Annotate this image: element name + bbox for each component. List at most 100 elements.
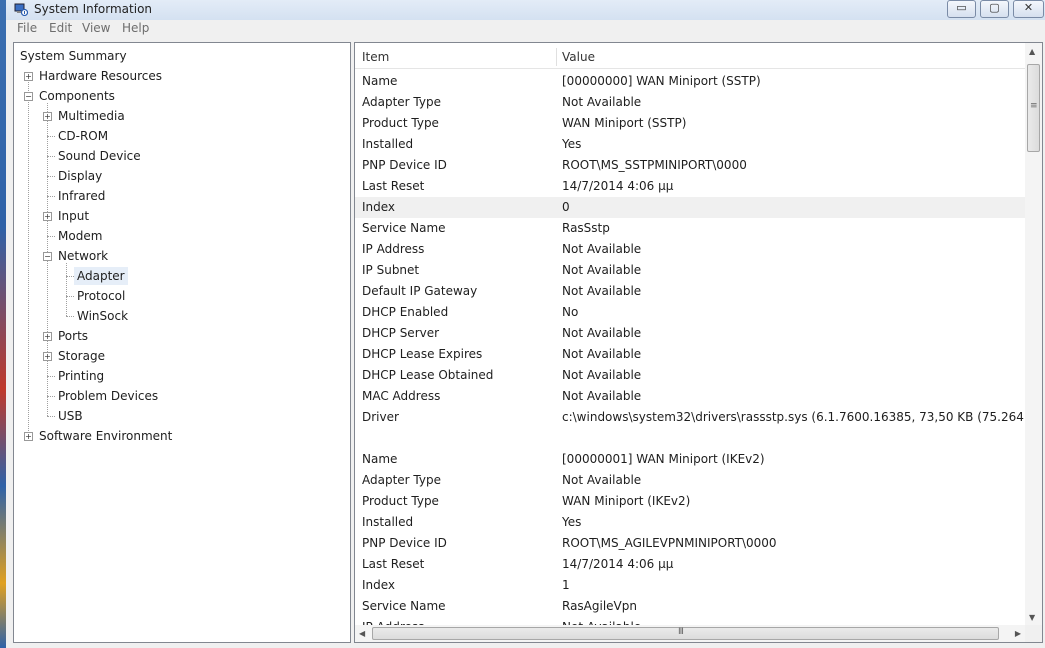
table-row[interactable]: IP Subnet Not Available	[355, 260, 1025, 281]
tree-item-sound-device[interactable]: Sound Device	[58, 147, 141, 165]
tree-item-ports[interactable]: Ports	[58, 327, 88, 345]
tree-line	[47, 376, 55, 377]
tree-item-usb[interactable]: USB	[58, 407, 83, 425]
value-cell: WAN Miniport (SSTP)	[562, 116, 687, 130]
expand-icon[interactable]: +	[43, 332, 52, 341]
minimize-button[interactable]: ▭	[947, 0, 976, 18]
table-row[interactable]: Installed Yes	[355, 134, 1025, 155]
table-row[interactable]: Index 0	[355, 197, 1025, 218]
table-row[interactable]: PNP Device ID ROOT\MS_SSTPMINIPORT\0000	[355, 155, 1025, 176]
scroll-up-icon[interactable]: ▲	[1029, 47, 1035, 56]
value-cell: 14/7/2014 4:06 μμ	[562, 179, 674, 193]
value-cell: Not Available	[562, 347, 642, 361]
table-row[interactable]: DHCP Lease Expires Not Available	[355, 344, 1025, 365]
expand-icon[interactable]: +	[43, 352, 52, 361]
column-header-item[interactable]: Item	[362, 46, 389, 68]
title-bar: System Information ▭ ▢ ✕	[6, 0, 1045, 20]
tree-item-modem[interactable]: Modem	[58, 227, 102, 245]
maximize-icon: ▢	[989, 1, 1000, 14]
value-cell: ROOT\MS_SSTPMINIPORT\0000	[562, 158, 747, 172]
table-row[interactable]: Name [00000000] WAN Miniport (SSTP)	[355, 71, 1025, 92]
column-header: Item Value	[355, 46, 1025, 69]
table-row[interactable]: Service Name RasSstp	[355, 218, 1025, 239]
table-row[interactable]: Installed Yes	[355, 512, 1025, 533]
table-row[interactable]: DHCP Enabled No	[355, 302, 1025, 323]
tree-item-infrared[interactable]: Infrared	[58, 187, 105, 205]
tree-item-cd-rom[interactable]: CD-ROM	[58, 127, 108, 145]
table-row[interactable]: Product Type WAN Miniport (SSTP)	[355, 113, 1025, 134]
tree-item-multimedia[interactable]: Multimedia	[58, 107, 125, 125]
table-row[interactable]: Adapter Type Not Available	[355, 92, 1025, 113]
menu-edit[interactable]: Edit	[49, 21, 72, 35]
grip-icon: ≡	[1030, 101, 1037, 111]
value-cell: Not Available	[562, 326, 642, 340]
item-cell: DHCP Enabled	[362, 305, 449, 319]
collapse-icon[interactable]: −	[24, 92, 33, 101]
tree-item-display[interactable]: Display	[58, 167, 102, 185]
table-row[interactable]: Service Name RasAgileVpn	[355, 596, 1025, 617]
item-cell: Installed	[362, 515, 414, 529]
horizontal-scroll-thumb[interactable]: III	[372, 627, 999, 640]
value-cell: Yes	[562, 137, 582, 151]
details-list[interactable]: Item Value Name [00000000] WAN Miniport (…	[354, 42, 1043, 643]
maximize-button[interactable]: ▢	[980, 0, 1009, 18]
close-button[interactable]: ✕	[1013, 0, 1044, 18]
tree-item-winsock[interactable]: WinSock	[77, 307, 128, 325]
expand-icon[interactable]: +	[43, 212, 52, 221]
collapse-icon[interactable]: −	[43, 252, 52, 261]
value-cell: Not Available	[562, 389, 642, 403]
value-cell: Not Available	[562, 242, 642, 256]
scroll-right-icon[interactable]: ▶	[1015, 629, 1021, 638]
table-row[interactable]: Driver c:\windows\system32\drivers\rassst…	[355, 407, 1042, 428]
tree-item-problem-devices[interactable]: Problem Devices	[58, 387, 158, 405]
value-cell: Not Available	[562, 284, 642, 298]
expand-icon[interactable]: +	[24, 72, 33, 81]
table-row[interactable]	[355, 428, 1025, 449]
value-cell: Not Available	[562, 263, 642, 277]
menu-view[interactable]: View	[82, 21, 110, 35]
scroll-down-icon[interactable]: ▼	[1029, 613, 1035, 622]
tree-item-input[interactable]: Input	[58, 207, 89, 225]
vertical-scroll-thumb[interactable]: ≡	[1027, 64, 1040, 152]
column-divider[interactable]	[556, 48, 557, 66]
table-row[interactable]: Adapter Type Not Available	[355, 470, 1025, 491]
system-information-icon	[14, 3, 28, 16]
table-row[interactable]: DHCP Lease Obtained Not Available	[355, 365, 1025, 386]
item-cell: DHCP Server	[362, 326, 440, 340]
table-row[interactable]: DHCP Server Not Available	[355, 323, 1025, 344]
tree-item-hardware-resources[interactable]: Hardware Resources	[39, 67, 162, 85]
expand-icon[interactable]: +	[24, 432, 33, 441]
table-row[interactable]: Index 1	[355, 575, 1025, 596]
tree-item-adapter[interactable]: Adapter	[74, 267, 128, 285]
table-row[interactable]: PNP Device ID ROOT\MS_AGILEVPNMINIPORT\00…	[355, 533, 1025, 554]
item-cell: MAC Address	[362, 389, 441, 403]
tree-item-components[interactable]: Components	[39, 87, 115, 105]
item-cell: Product Type	[362, 116, 439, 130]
menu-file[interactable]: File	[17, 21, 37, 35]
horizontal-scrollbar[interactable]: ◀ III ▶	[355, 625, 1025, 642]
scroll-left-icon[interactable]: ◀	[359, 629, 365, 638]
tree-line	[28, 73, 29, 433]
menu-help[interactable]: Help	[122, 21, 149, 35]
table-row[interactable]: IP Address Not Available	[355, 239, 1025, 260]
column-header-value[interactable]: Value	[562, 46, 595, 68]
category-tree[interactable]: + − + + − + + + System Summary Hardware …	[13, 42, 351, 643]
tree-item-network[interactable]: Network	[58, 247, 108, 265]
vertical-scrollbar[interactable]: ▲ ≡ ▼	[1025, 43, 1042, 626]
scroll-corner	[1025, 625, 1042, 642]
table-row[interactable]: MAC Address Not Available	[355, 386, 1025, 407]
table-row[interactable]: Last Reset 14/7/2014 4:06 μμ	[355, 554, 1025, 575]
value-cell: 0	[562, 200, 570, 214]
expand-icon[interactable]: +	[43, 112, 52, 121]
tree-item-software-environment[interactable]: Software Environment	[39, 427, 172, 445]
tree-item-printing[interactable]: Printing	[58, 367, 104, 385]
table-row[interactable]: Default IP Gateway Not Available	[355, 281, 1025, 302]
tree-item-system-summary[interactable]: System Summary	[20, 47, 127, 65]
close-icon: ✕	[1023, 1, 1034, 14]
table-row[interactable]: Name [00000001] WAN Miniport (IKEv2)	[355, 449, 1025, 470]
table-row[interactable]: Last Reset 14/7/2014 4:06 μμ	[355, 176, 1025, 197]
tree-item-protocol[interactable]: Protocol	[77, 287, 125, 305]
table-row[interactable]: Product Type WAN Miniport (IKEv2)	[355, 491, 1025, 512]
tree-item-storage[interactable]: Storage	[58, 347, 105, 365]
tree-line	[66, 316, 74, 317]
